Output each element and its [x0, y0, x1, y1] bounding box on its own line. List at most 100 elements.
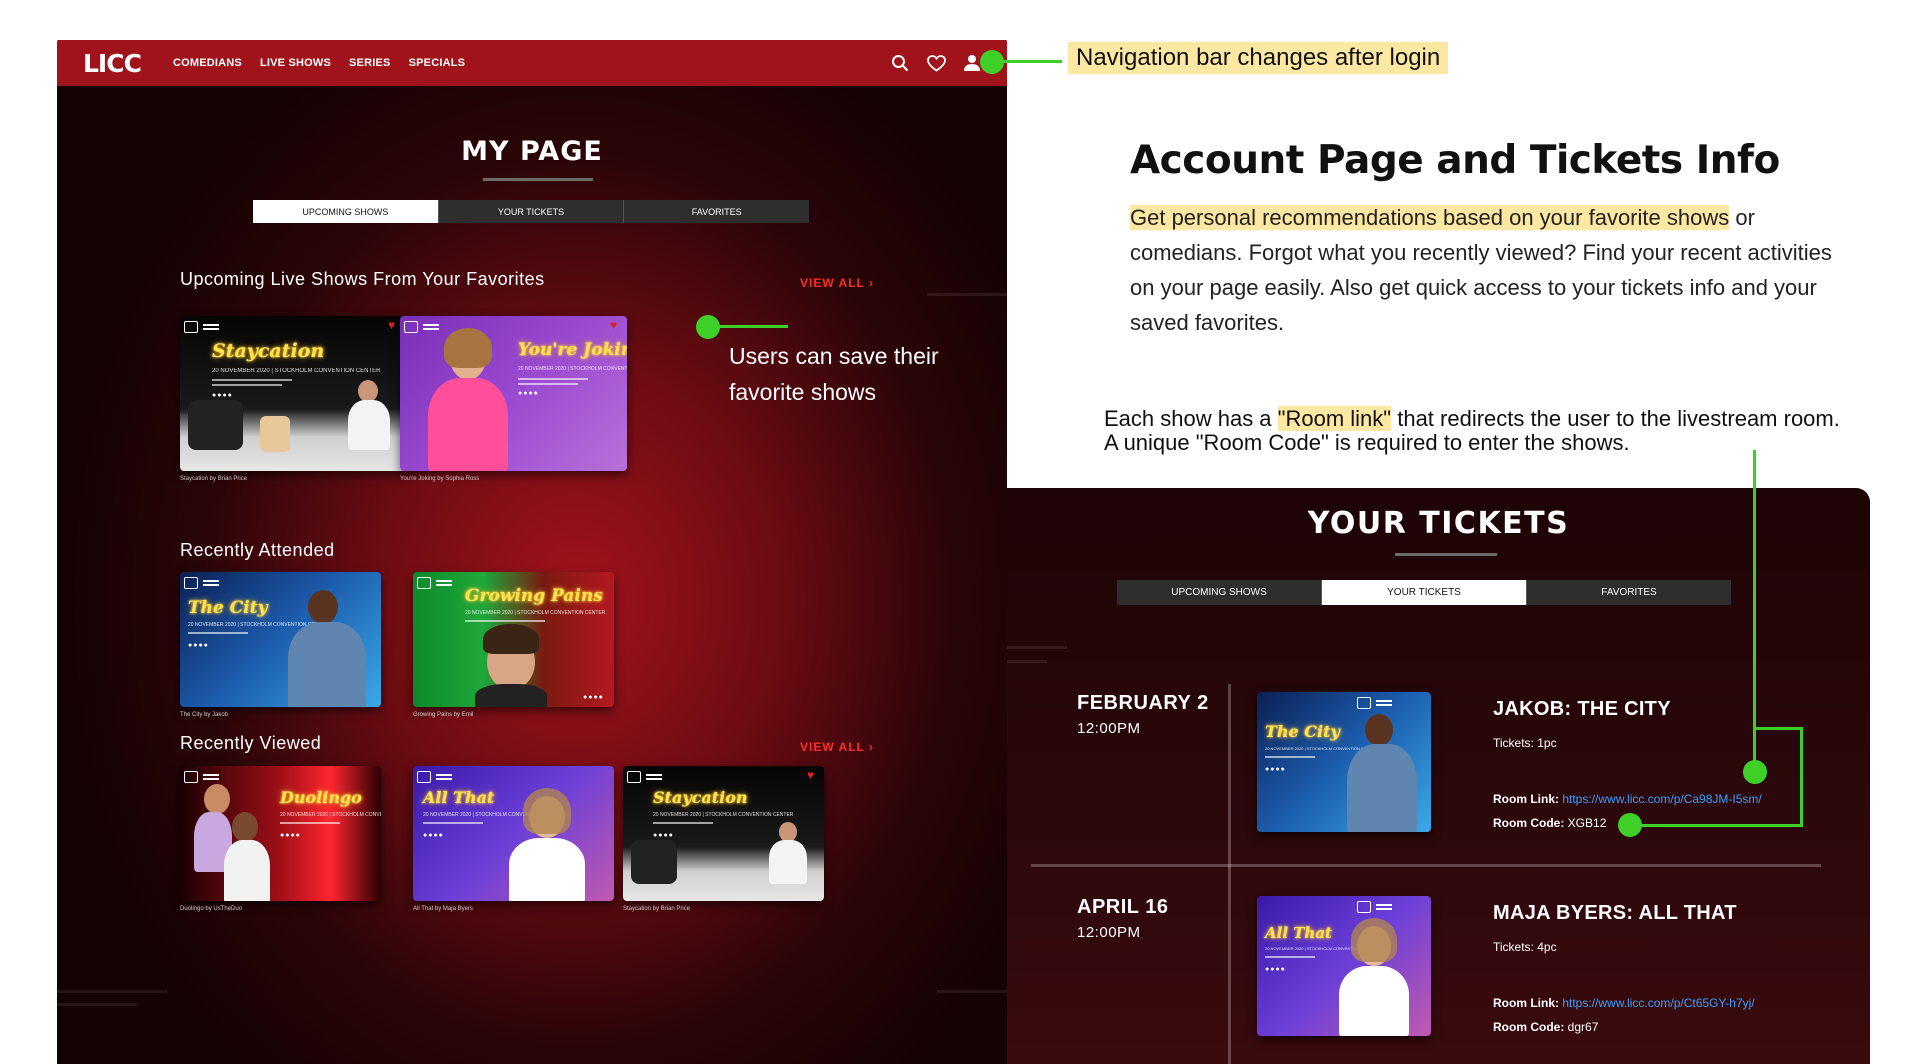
- card-description: [1265, 756, 1315, 758]
- show-card[interactable]: Staycation 20 NOVEMBER 2020 | STOCKHOLM …: [180, 316, 407, 471]
- comedy-show-logo: [184, 577, 219, 589]
- decorative-line: [57, 1003, 137, 1006]
- favorite-heart-icon[interactable]: ♥: [388, 318, 395, 332]
- card-subline: 20 NOVEMBER 2020 | STOCKHOLM CONVENTION …: [280, 812, 381, 818]
- tab-favorites[interactable]: FAVORITES: [624, 200, 809, 223]
- tickets-screen: YOUR TICKETS UPCOMING SHOWS YOUR TICKETS…: [1007, 488, 1870, 1064]
- nav-icons: [889, 52, 983, 74]
- navigation-bar: LICC COMEDIANS LIVE SHOWS SERIES SPECIAL…: [57, 40, 1007, 86]
- room-link[interactable]: https://www.licc.com/p/Ct65GY-h7yj/: [1562, 996, 1754, 1010]
- card-caption: Staycation by Brian Price: [180, 476, 248, 482]
- card-dots: ●●●●: [653, 832, 674, 839]
- comedy-show-logo: [417, 577, 452, 589]
- card-dots: ●●●●: [423, 832, 444, 839]
- room-code-label: Room Code:: [1493, 816, 1565, 830]
- tab-favorites[interactable]: FAVORITES: [1527, 580, 1731, 605]
- presentation-slide: LICC COMEDIANS LIVE SHOWS SERIES SPECIAL…: [0, 0, 1920, 1064]
- card-caption: All That by Maja Byers: [413, 906, 473, 912]
- comedy-show-logo: [1357, 901, 1392, 913]
- show-card[interactable]: Duolingo 20 NOVEMBER 2020 | STOCKHOLM CO…: [180, 766, 381, 901]
- card-description: [465, 620, 545, 622]
- card-title: Staycation: [212, 340, 325, 362]
- search-icon[interactable]: [889, 52, 911, 74]
- annotation-room-highlight: "Room link": [1277, 406, 1392, 431]
- ticket-room-code-row: Room Code: dgr67: [1493, 1020, 1598, 1034]
- view-all-upcoming-link[interactable]: VIEW ALL ›: [800, 276, 874, 290]
- card-subline: 20 NOVEMBER 2020 | STOCKHOLM CONVENTION …: [518, 366, 627, 372]
- card-dots: ●●●●: [188, 642, 209, 649]
- tab-your-tickets[interactable]: YOUR TICKETS: [1322, 580, 1527, 605]
- ticket-count: Tickets: 1pc: [1493, 736, 1557, 750]
- favorite-heart-icon[interactable]: ♥: [807, 768, 814, 782]
- ticket-show-image[interactable]: All That 20 NOVEMBER 2020 | STOCKHOLM CO…: [1257, 896, 1431, 1036]
- card-title: Duolingo: [280, 788, 362, 807]
- card-dots: ●●●●: [280, 832, 301, 839]
- divider-horizontal: [1031, 864, 1821, 867]
- annotation-connector: [1753, 450, 1756, 772]
- card-description: [518, 378, 588, 380]
- annotation-connector: [1800, 727, 1803, 827]
- card-subline: 20 NOVEMBER 2020 | STOCKHOLM CONVENTION …: [212, 368, 381, 374]
- nav-link-comedians[interactable]: COMEDIANS: [173, 57, 242, 69]
- nav-link-specials[interactable]: SPECIALS: [409, 57, 466, 69]
- decorative-line: [57, 990, 167, 993]
- card-title: You're Joking: [518, 340, 627, 360]
- card-description: [423, 822, 483, 824]
- annotation-connector: [1755, 727, 1802, 730]
- card-title: The City: [1265, 722, 1340, 741]
- annotation-dot: [980, 50, 1004, 74]
- card-title: All That: [1265, 924, 1332, 942]
- ticket-show-name: JAKOB: THE CITY: [1493, 698, 1671, 720]
- ticket-time: 12:00PM: [1077, 924, 1141, 941]
- annotation-dot: [1743, 760, 1767, 784]
- title-underline: [483, 178, 593, 181]
- comedy-show-logo: [417, 771, 452, 783]
- tab-your-tickets[interactable]: YOUR TICKETS: [439, 200, 625, 223]
- card-dots: ●●●●: [583, 694, 604, 701]
- divider-vertical: [1228, 684, 1231, 1064]
- show-card[interactable]: Staycation 20 NOVEMBER 2020 | STOCKHOLM …: [623, 766, 824, 901]
- annotation-dot: [1618, 813, 1642, 837]
- comedy-show-logo: [184, 771, 219, 783]
- my-page-screen: LICC COMEDIANS LIVE SHOWS SERIES SPECIAL…: [57, 40, 1007, 1064]
- card-dots: ●●●●: [1265, 966, 1286, 973]
- card-description: [518, 383, 578, 385]
- annotation-room-paragraph: Each show has a "Room link" that redirec…: [1104, 406, 1844, 455]
- tab-upcoming-shows[interactable]: UPCOMING SHOWS: [1117, 580, 1322, 605]
- page-title: MY PAGE: [461, 136, 603, 167]
- card-description: [653, 822, 713, 824]
- section-title-recently-viewed: Recently Viewed: [180, 733, 322, 753]
- card-caption: The City by Jakob: [180, 712, 229, 718]
- show-card[interactable]: All That 20 NOVEMBER 2020 | STOCKHOLM CO…: [413, 766, 614, 901]
- annotation-connector: [718, 325, 788, 328]
- annotation-nav-note: Navigation bar changes after login: [1068, 42, 1449, 74]
- tab-upcoming-shows[interactable]: UPCOMING SHOWS: [253, 200, 439, 223]
- show-card[interactable]: The City 20 NOVEMBER 2020 | STOCKHOLM CO…: [180, 572, 381, 707]
- card-title: Growing Pains: [465, 586, 603, 606]
- annotation-connector: [1000, 60, 1062, 63]
- favorite-heart-icon[interactable]: ♥: [610, 318, 617, 332]
- card-title: Staycation: [653, 788, 748, 807]
- licc-logo[interactable]: LICC: [83, 49, 142, 78]
- ticket-room-link-row: Room Link: https://www.licc.com/p/Ct65GY…: [1493, 996, 1755, 1010]
- room-link[interactable]: https://www.licc.com/p/Ca98JM-I5sm/: [1562, 792, 1761, 806]
- section-title-recently-attended: Recently Attended: [180, 540, 335, 560]
- card-subline: 20 NOVEMBER 2020 | STOCKHOLM CONVENTION …: [465, 610, 606, 616]
- annotation-dot: [696, 315, 720, 339]
- show-card[interactable]: You're Joking 20 NOVEMBER 2020 | STOCKHO…: [400, 316, 627, 471]
- card-description: [1265, 956, 1315, 958]
- ticket-count: Tickets: 4pc: [1493, 940, 1557, 954]
- section-title-upcoming: Upcoming Live Shows From Your Favorites: [180, 269, 545, 289]
- nav-link-live-shows[interactable]: LIVE SHOWS: [260, 57, 331, 69]
- decorative-line: [937, 990, 1007, 993]
- comedy-show-logo: [1357, 697, 1392, 709]
- ticket-show-image[interactable]: The City 20 NOVEMBER 2020 | STOCKHOLM CO…: [1257, 692, 1431, 832]
- view-all-recently-viewed-link[interactable]: VIEW ALL ›: [800, 740, 874, 754]
- annotation-highlight: Get personal recommendations based on yo…: [1130, 205, 1730, 230]
- nav-link-series[interactable]: SERIES: [349, 57, 391, 69]
- card-caption: You're Joking by Sophia Ross: [400, 476, 480, 482]
- show-card[interactable]: Growing Pains 20 NOVEMBER 2020 | STOCKHO…: [413, 572, 614, 707]
- heart-icon[interactable]: [925, 52, 947, 74]
- room-code-label: Room Code:: [1493, 1020, 1565, 1034]
- decorative-line: [1007, 660, 1047, 663]
